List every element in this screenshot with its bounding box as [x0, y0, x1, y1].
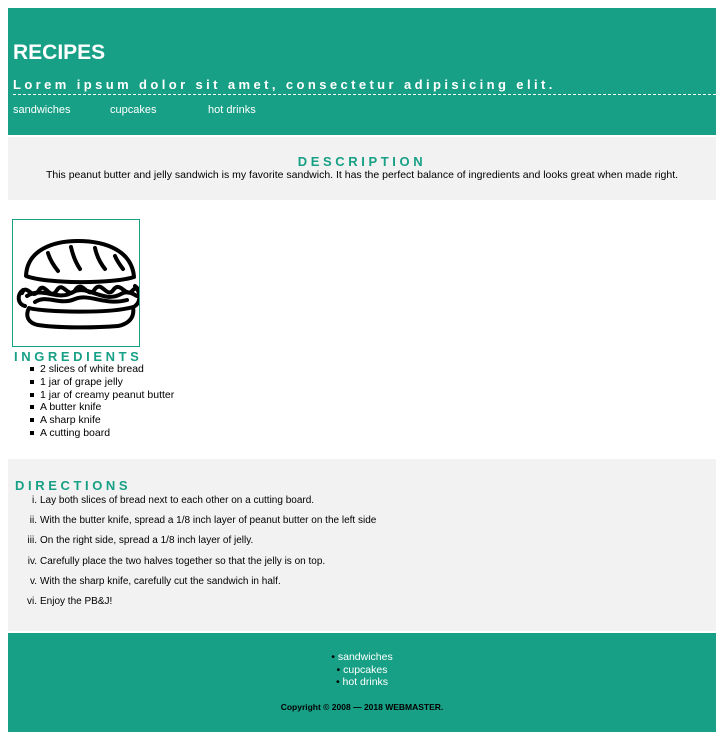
step-number: vi. — [27, 595, 37, 607]
ingredient-item: A cutting board — [29, 427, 174, 440]
ingredient-item: A sharp knife — [29, 414, 174, 427]
tagline: Lorem ipsum dolor sit amet, consectetur … — [13, 77, 716, 95]
ingredient-item: 1 jar of grape jelly — [29, 376, 174, 389]
nav-link-cupcakes[interactable]: cupcakes — [110, 104, 156, 116]
nav-link-sandwiches[interactable]: sandwiches — [13, 104, 70, 116]
footer-link-cupcakes[interactable]: cupcakes — [8, 664, 716, 677]
step-number: iv. — [27, 555, 37, 567]
nav-link-hot-drinks[interactable]: hot drinks — [208, 104, 256, 116]
ingredients-heading: INGREDIENTS — [14, 349, 143, 364]
page: RECIPES Lorem ipsum dolor sit amet, cons… — [0, 0, 722, 737]
footer-link-sandwiches[interactable]: sandwiches — [8, 651, 716, 664]
step-text: On the right side, spread a 1/8 inch lay… — [40, 535, 254, 547]
site-title: RECIPES — [13, 41, 106, 64]
step-text: Lay both slices of bread next to each ot… — [40, 495, 315, 506]
description-heading: DESCRIPTION — [297, 154, 427, 169]
sandwich-icon — [16, 239, 142, 330]
step-text: With the butter knife, spread a 1/8 inch… — [40, 515, 377, 527]
site-header: RECIPES Lorem ipsum dolor sit amet, cons… — [8, 8, 716, 135]
description-section: DESCRIPTION This peanut butter and jelly… — [8, 137, 716, 200]
step-number: ii. — [29, 515, 37, 527]
step-text: Enjoy the PB&J! — [40, 595, 113, 607]
footer-link-hot-drinks[interactable]: hot drinks — [8, 676, 716, 689]
directions-heading: DIRECTIONS — [15, 478, 132, 493]
step-number: v. — [29, 575, 37, 587]
step-number: iii. — [27, 535, 37, 547]
footer-nav: sandwiches cupcakes hot drinks — [8, 651, 716, 689]
ingredient-item: 1 jar of creamy peanut butter — [29, 388, 175, 401]
step-number: i. — [32, 495, 37, 506]
ingredients-list: 2 slices of white bread 1 jar of grape j… — [29, 363, 175, 440]
ingredient-item: 2 slices of white bread — [29, 363, 174, 376]
site-footer: sandwiches cupcakes hot drinks Copyright… — [8, 633, 716, 732]
copyright-text: Copyright © 2008 — 2018 WEBMASTER. — [280, 702, 444, 712]
step-text: With the sharp knife, carefully cut the … — [40, 575, 281, 587]
ingredient-item: A butter knife — [29, 401, 174, 414]
description-text: This peanut butter and jelly sandwich is… — [45, 169, 679, 181]
directions-section: DIRECTIONS i. Lay both slices of bread n… — [8, 459, 716, 631]
sandwich-image — [12, 219, 142, 347]
step-text: Carefully place the two halves together … — [40, 555, 326, 567]
